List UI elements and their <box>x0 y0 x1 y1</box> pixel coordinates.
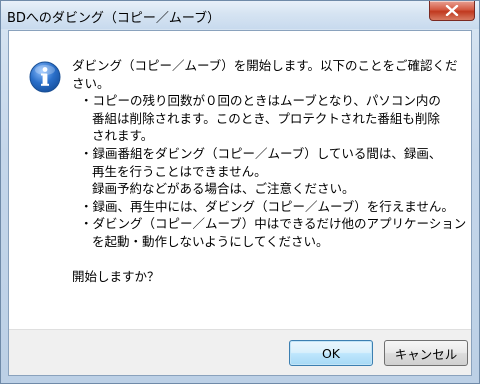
message-line: されます。 <box>92 128 154 144</box>
message-line: 番組は削除されます。このとき、プロテクトされた番組も削除 <box>92 110 440 126</box>
window-title: BDへのダビング（コピー／ムーブ） <box>7 11 221 26</box>
dialog-window: BDへのダビング（コピー／ムーブ） ダビング（コピー／ムーブ）を開始します。以下… <box>0 0 480 384</box>
message-line: ・録画番組をダビング（コピー／ムーブ）している間は、録画、 <box>80 145 442 161</box>
dialog-client-area: ダビング（コピー／ムーブ）を開始します。以下のことをご確認くだ さい。・コピーの残… <box>8 30 472 376</box>
message-line: ・録画、再生中には、ダビング（コピー／ムーブ）を行えません。 <box>80 198 454 214</box>
message-area: ダビング（コピー／ムーブ）を開始します。以下のことをご確認くだ さい。・コピーの残… <box>9 31 471 329</box>
message-line: ・ダビング（コピー／ムーブ）中はできるだけ他のアプリケーション <box>80 216 467 232</box>
ok-button[interactable]: OK <box>289 340 373 366</box>
close-button[interactable] <box>429 1 475 21</box>
close-icon <box>445 5 459 16</box>
message-line: 再生を行うことはできません。 <box>92 163 267 179</box>
message-line: ダビング（コピー／ムーブ）を開始します。以下のことをご確認くだ <box>72 58 458 73</box>
cancel-button[interactable]: キャンセル <box>384 340 468 366</box>
message-line: 録画予約などがある場合は、ご注意ください。 <box>92 181 355 197</box>
message-line: を起動・動作しないようにしてください。 <box>92 233 329 249</box>
dialog-message: ダビング（コピー／ムーブ）を開始します。以下のことをご確認くだ さい。・コピーの残… <box>72 57 467 286</box>
message-line: さい。 <box>72 75 110 91</box>
message-line: 開始しますか？ <box>72 269 160 285</box>
message-line: ・コピーの残り回数が０回のときはムーブとなり、パソコン内の <box>80 93 441 109</box>
button-bar: OK キャンセル <box>9 329 471 375</box>
title-bar[interactable]: BDへのダビング（コピー／ムーブ） <box>1 1 479 29</box>
information-icon <box>29 61 61 93</box>
